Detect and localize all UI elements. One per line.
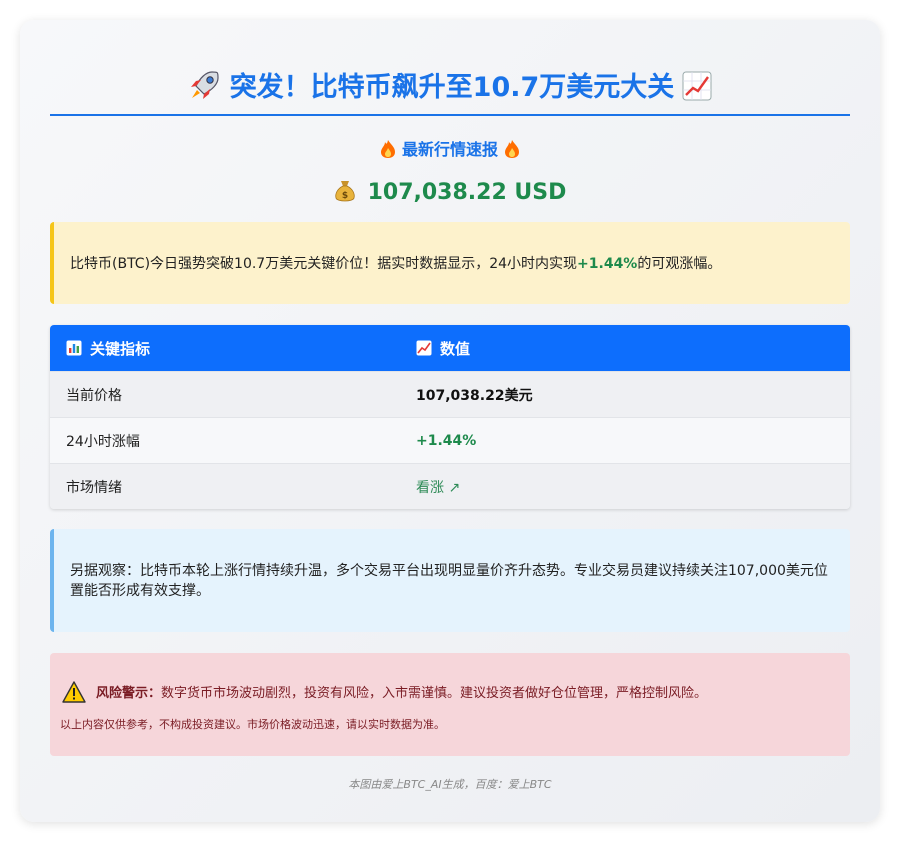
metric-label: 市场情绪	[66, 479, 122, 496]
intro-highlight: +1.44%	[577, 256, 638, 272]
header-label-value: 数值	[440, 339, 471, 358]
price-headline: $ 107,038.22 USD	[50, 177, 850, 209]
intro-box: 比特币(BTC)今日强势突破10.7万美元关键价位！据实时数据显示，24小时内实…	[50, 222, 850, 304]
metric-value: 107,038.22美元	[416, 387, 533, 404]
chart-increasing-icon	[682, 71, 712, 101]
footer-credit: 本图由爱上BTC_AI生成，百度：爱上BTC	[348, 778, 552, 791]
intro-text: 比特币(BTC)今日强势突破10.7万美元关键价位！据实时数据显示，24小时内实…	[70, 256, 578, 272]
table-row: 市场情绪 看涨 ↗	[50, 463, 850, 509]
disclaimer-note: 以上内容仅供参考，不构成投资建议。市场价格波动迅速，请以实时数据为准。	[60, 718, 445, 731]
header-cell-value: 数值	[416, 338, 850, 359]
risk-label: 风险警示：	[96, 686, 162, 701]
intro-text-end: 的可观涨幅。	[637, 256, 722, 272]
title-text: 突发！比特币飙升至10.7万美元大关	[229, 72, 675, 103]
observation-text: 另据观察：比特币本轮上涨行情持续升温，多个交易平台出现明显量价齐升态势。专业交易…	[70, 563, 828, 599]
header-label-metric: 关键指标	[90, 339, 151, 358]
chart-increasing-icon	[416, 340, 432, 355]
table-row: 当前价格 107,038.22美元	[50, 371, 850, 417]
table-row: 24小时涨幅 +1.44%	[50, 417, 850, 463]
subtitle: 最新行情速报	[50, 137, 850, 163]
fire-icon	[505, 140, 519, 158]
risk-box: 风险警示：数字货币市场波动剧烈，投资有风险，入市需谨慎。建议投资者做好仓位管理，…	[50, 653, 850, 756]
news-card: 突发！比特币飙升至10.7万美元大关 最新行情速报 $ 107,038.22 U…	[20, 20, 880, 822]
observation-box: 另据观察：比特币本轮上涨行情持续升温，多个交易平台出现明显量价齐升态势。专业交易…	[50, 529, 850, 632]
rocket-icon	[190, 71, 219, 99]
metric-label: 24小时涨幅	[66, 433, 140, 450]
metric-value: +1.44%	[416, 432, 477, 449]
fire-icon	[380, 140, 395, 158]
risk-text: 数字货币市场波动剧烈，投资有风险，入市需谨慎。建议投资者做好仓位管理，严格控制风…	[161, 686, 708, 701]
page-title: 突发！比特币飙升至10.7万美元大关	[50, 68, 850, 108]
metrics-table: 关键指标 数值 当前价格 107,038.22美元 24小时涨幅 +1.44% …	[50, 325, 850, 509]
risk-warning: 风险警示：数字货币市场波动剧烈，投资有风险，入市需谨慎。建议投资者做好仓位管理，…	[62, 681, 707, 705]
svg-text:$: $	[341, 191, 347, 201]
money-bag-icon: $	[334, 181, 355, 202]
warning-icon	[62, 681, 86, 703]
title-divider	[50, 114, 850, 116]
bar-chart-icon	[66, 340, 82, 355]
table-header: 关键指标 数值	[50, 325, 850, 371]
subtitle-text: 最新行情速报	[401, 140, 498, 159]
metric-value: 看涨 ↗	[416, 479, 461, 496]
price-value: 107,038.22 USD	[367, 180, 567, 205]
metric-label: 当前价格	[66, 387, 122, 404]
header-cell-metric: 关键指标	[50, 338, 416, 359]
